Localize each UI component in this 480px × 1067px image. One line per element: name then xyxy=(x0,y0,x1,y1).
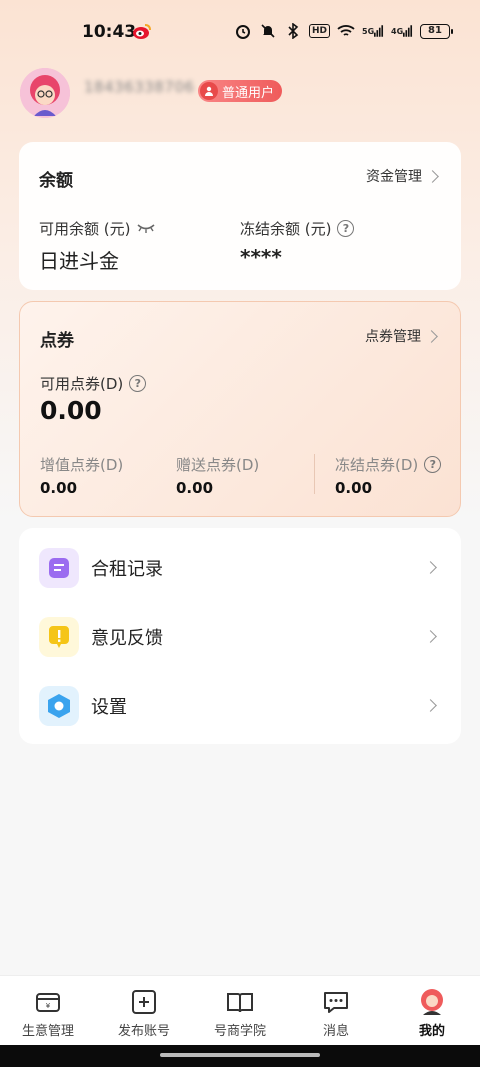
help-icon[interactable]: ? xyxy=(337,220,355,237)
chevron-right-icon xyxy=(426,169,439,183)
help-icon[interactable]: ? xyxy=(129,375,147,392)
hd-badge: HD xyxy=(308,24,330,38)
menu-item-label: 意见反馈 xyxy=(91,627,163,649)
wifi-icon xyxy=(337,22,355,40)
tab-label: 发布账号 xyxy=(117,1024,170,1039)
coupon-stat-value: 0.00 xyxy=(40,479,78,497)
bottom-tab-bar: ¥ 生意管理 发布账号 号商学院 消息 我的 xyxy=(0,975,480,1045)
coupon-stat-label: 赠送点券(D) xyxy=(176,456,260,474)
divider xyxy=(314,454,315,494)
svg-text:¥: ¥ xyxy=(46,1002,51,1010)
tab-publish-account[interactable]: 发布账号 xyxy=(96,976,192,1045)
help-icon[interactable]: ? xyxy=(424,456,442,473)
coupon-management-label: 点券管理 xyxy=(365,329,421,345)
menu-list: 合租记录 意见反馈 设置 xyxy=(19,528,461,744)
battery-icon: 81 xyxy=(420,23,453,39)
available-coupon-value: 0.00 xyxy=(40,396,102,425)
publish-icon xyxy=(130,988,158,1016)
academy-icon xyxy=(226,988,254,1016)
chevron-right-icon xyxy=(424,561,437,574)
avatar[interactable] xyxy=(20,68,70,118)
mute-icon xyxy=(259,22,277,40)
available-balance-label-row: 可用余额 (元) xyxy=(39,218,156,239)
menu-item-label: 合租记录 xyxy=(91,558,163,580)
chevron-right-icon xyxy=(424,699,437,712)
profile-icon xyxy=(418,988,446,1016)
tab-label: 消息 xyxy=(322,1024,349,1039)
message-icon xyxy=(322,988,350,1016)
status-time: 10:43 xyxy=(82,22,137,42)
frozen-balance-label: 冻结余额 (元) xyxy=(240,220,332,238)
status-bar: 10:43 HD 5G 4G 81 xyxy=(0,0,480,64)
available-balance-value: 日进斗金 xyxy=(39,249,119,273)
coupon-stat-value: 0.00 xyxy=(176,479,214,497)
available-coupon-label-row: 可用点券(D) ? xyxy=(40,373,147,394)
tab-business-management[interactable]: ¥ 生意管理 xyxy=(0,976,96,1045)
tab-label: 号商学院 xyxy=(213,1024,266,1039)
balance-title: 余额 xyxy=(39,171,73,191)
user-level-badge: 普通用户 xyxy=(198,80,283,102)
bluetooth-icon xyxy=(284,22,302,40)
coupon-management-link[interactable]: 点券管理 xyxy=(365,326,438,346)
user-id: 18436338706 xyxy=(84,78,195,96)
frozen-balance-label-row: 冻结余额 (元) ? xyxy=(240,218,355,239)
user-icon xyxy=(200,82,218,100)
tab-profile[interactable]: 我的 xyxy=(384,976,480,1045)
frozen-coupon-label-row: 冻结点券(D) ? xyxy=(335,454,442,475)
tab-messages[interactable]: 消息 xyxy=(288,976,384,1045)
user-level-label: 普通用户 xyxy=(222,85,275,101)
chevron-right-icon xyxy=(424,630,437,643)
coupon-stat-value: 0.00 xyxy=(335,479,373,497)
settings-icon xyxy=(39,685,79,726)
available-coupon-label: 可用点券(D) xyxy=(40,375,124,393)
menu-item-feedback[interactable]: 意见反馈 xyxy=(19,602,461,671)
home-indicator[interactable] xyxy=(160,1053,320,1057)
signal-icon-2: 4G xyxy=(391,22,413,40)
alarm-icon xyxy=(234,22,252,40)
frozen-balance-value: **** xyxy=(240,245,282,269)
chevron-right-icon xyxy=(425,329,438,343)
available-balance-label: 可用余额 (元) xyxy=(39,220,131,238)
eye-closed-icon[interactable] xyxy=(136,220,156,238)
balance-card: 余额 资金管理 可用余额 (元) 日进斗金 冻结余额 (元) ? **** xyxy=(19,142,461,290)
business-icon: ¥ xyxy=(34,988,62,1016)
fund-management-label: 资金管理 xyxy=(366,169,422,185)
menu-item-settings[interactable]: 设置 xyxy=(19,671,461,740)
system-nav-bar xyxy=(0,1045,480,1067)
fund-management-link[interactable]: 资金管理 xyxy=(366,166,439,186)
weibo-icon xyxy=(132,22,152,40)
menu-item-rental-records[interactable]: 合租记录 xyxy=(19,533,461,602)
coupon-card: 点券 点券管理 可用点券(D) ? 0.00 增值点券(D) 0.00 赠送点券… xyxy=(19,301,461,517)
tab-label: 生意管理 xyxy=(21,1024,74,1039)
signal-icon: 5G xyxy=(362,22,384,40)
menu-item-label: 设置 xyxy=(91,696,127,718)
coupon-title: 点券 xyxy=(40,331,74,351)
coupon-stat-label: 冻结点券(D) xyxy=(335,456,419,474)
coupon-stat-label: 增值点券(D) xyxy=(40,456,124,474)
tab-academy[interactable]: 号商学院 xyxy=(192,976,288,1045)
tab-label: 我的 xyxy=(418,1024,445,1039)
feedback-icon xyxy=(39,616,79,657)
record-icon xyxy=(39,547,79,588)
